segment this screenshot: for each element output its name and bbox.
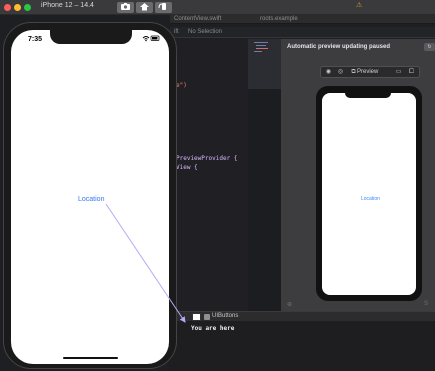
minimize-window-button[interactable] bbox=[14, 4, 21, 11]
home-indicator[interactable] bbox=[63, 357, 118, 359]
code-line: View { bbox=[176, 164, 198, 171]
editor-tab-bar: ContentView.swift roots.example bbox=[170, 15, 435, 24]
warning-icon[interactable]: ⚠ bbox=[356, 1, 362, 9]
zoom-window-button[interactable] bbox=[24, 4, 31, 11]
scheme-label[interactable]: UIButtons bbox=[212, 313, 238, 319]
debug-console[interactable]: You are here bbox=[168, 321, 435, 371]
preview-label[interactable]: Preview bbox=[357, 69, 378, 75]
jumpbar-path[interactable]: ift bbox=[174, 29, 179, 35]
live-preview-icon[interactable]: ◉ bbox=[324, 68, 333, 77]
device-settings-icon[interactable]: ▭ bbox=[394, 68, 403, 77]
status-bar-time: 7:35 bbox=[28, 36, 43, 43]
debug-toggle-button[interactable] bbox=[192, 313, 201, 321]
tab-roots-example[interactable]: roots.example bbox=[260, 16, 298, 22]
minimap[interactable] bbox=[248, 39, 281, 89]
jump-bar: ift No Selection bbox=[170, 27, 435, 38]
duplicate-preview-icon[interactable]: ⧠ bbox=[407, 68, 416, 77]
preview-toolbar: ◉ ◎ ⧉ Preview ▭ ⧠ bbox=[320, 66, 420, 78]
preview-device-screen[interactable] bbox=[322, 93, 416, 295]
preview-status: Automatic preview updating paused bbox=[287, 44, 391, 50]
location-label[interactable]: Location bbox=[78, 196, 104, 203]
tab-contentview[interactable]: ContentView.swift bbox=[174, 16, 221, 22]
console-output: You are here bbox=[191, 325, 235, 332]
close-window-button[interactable] bbox=[4, 4, 11, 11]
xcode-window: iPhone 12 – 14.4 ⚠ ContentView.swift roo… bbox=[0, 0, 435, 371]
app-icon bbox=[204, 314, 210, 320]
preview-device-notch bbox=[345, 90, 391, 98]
resume-preview-button[interactable]: ↻ bbox=[424, 43, 435, 51]
code-editor[interactable] bbox=[168, 39, 248, 311]
jumpbar-selection[interactable]: No Selection bbox=[188, 29, 222, 35]
zoom-control[interactable]: S bbox=[424, 301, 428, 307]
rotate-icon[interactable] bbox=[155, 2, 172, 13]
status-bar-icons bbox=[142, 35, 160, 44]
preview-location-label: Location bbox=[361, 196, 380, 202]
pin-icon[interactable]: ⊕ bbox=[287, 301, 292, 308]
simulator-notch bbox=[50, 30, 132, 44]
simulator-title: iPhone 12 – 14.4 bbox=[41, 2, 94, 9]
code-line: PreviewProvider { bbox=[176, 155, 238, 162]
debug-bar: UIButtons bbox=[168, 311, 435, 321]
minimap-empty bbox=[248, 89, 281, 311]
title-bar: iPhone 12 – 14.4 ⚠ bbox=[0, 0, 435, 15]
camera-icon[interactable] bbox=[117, 2, 134, 13]
code-line: e") bbox=[176, 82, 187, 89]
inspect-icon[interactable]: ◎ bbox=[336, 68, 345, 77]
home-icon[interactable] bbox=[136, 2, 153, 13]
